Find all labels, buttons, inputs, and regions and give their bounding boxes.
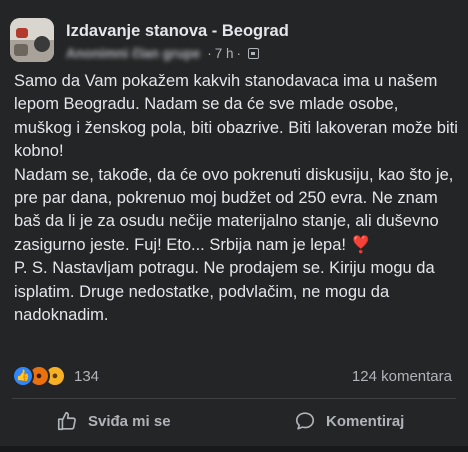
- reaction-count: 134: [74, 367, 100, 385]
- author-name[interactable]: Anonimni član grupe: [66, 46, 200, 61]
- like-label: Sviđa mi se: [88, 412, 171, 430]
- comment-count-link[interactable]: 124 komentara: [352, 368, 452, 385]
- like-button[interactable]: Sviđa mi se: [56, 406, 171, 436]
- like-icon: 👍: [12, 365, 34, 387]
- comment-button[interactable]: Komentiraj: [294, 406, 404, 436]
- group-name-link[interactable]: Izdavanje stanova - Beograd: [66, 22, 289, 41]
- post-meta: Anonimni član grupe · 7 h ·: [66, 44, 260, 62]
- post-time[interactable]: 7 h: [215, 46, 234, 61]
- meta-separator: ·: [236, 45, 242, 61]
- avatar-detail: [14, 44, 28, 56]
- reactions-summary[interactable]: 👍 ● ● 134: [12, 365, 100, 387]
- action-divider: [12, 398, 456, 399]
- meta-separator: ·: [207, 45, 212, 61]
- thumbs-up-icon: [57, 411, 76, 431]
- avatar-detail: [16, 28, 28, 38]
- facebook-post: Izdavanje stanova - Beograd Anonimni čla…: [0, 0, 468, 452]
- feed-separator: [0, 446, 468, 452]
- comment-bubble-icon: [295, 412, 315, 430]
- post-body: Samo da Vam pokažem kakvih stanodavaca i…: [14, 72, 458, 325]
- comment-label: Komentiraj: [326, 412, 405, 430]
- avatar-detail: [34, 36, 50, 52]
- privacy-group-icon: [248, 47, 260, 59]
- group-avatar[interactable]: [10, 18, 54, 62]
